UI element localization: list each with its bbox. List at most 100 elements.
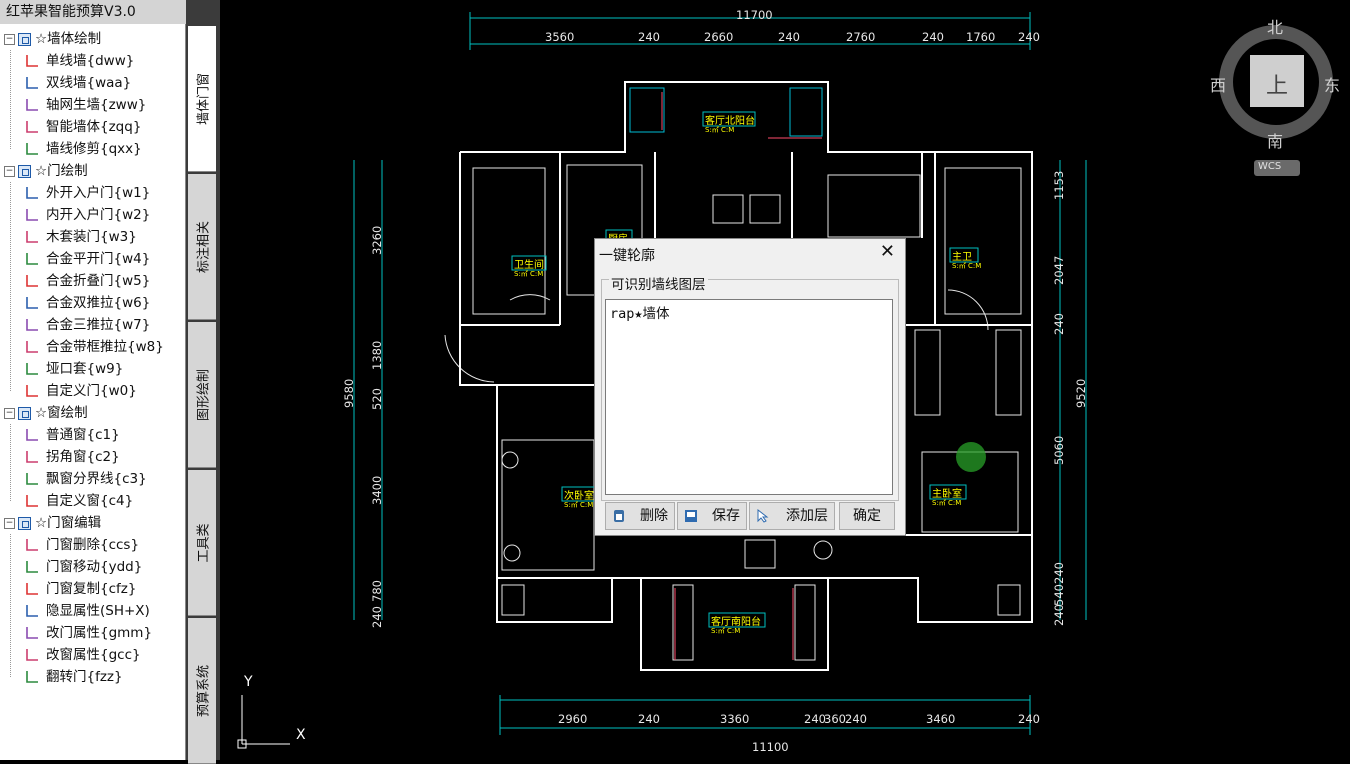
- command-icon: [26, 187, 38, 199]
- tree-item[interactable]: 合金三推拉{w7}: [24, 314, 150, 336]
- layer-group-label: 可识别墙线图层: [609, 273, 708, 293]
- command-tree: − ☆墙体绘制单线墙{dww} 双线墙{waa} 轴网生墙{zww} 智能墙体{zqq}…: [0, 24, 186, 760]
- tab-label: 图形绘制: [196, 368, 212, 421]
- tree-item-label: 门窗移动{ydd}: [46, 559, 143, 575]
- tree-group-2[interactable]: − ☆窗绘制: [4, 402, 88, 424]
- dimension-label: 1153: [1052, 170, 1066, 200]
- tree-item-label: 单线墙{dww}: [46, 53, 135, 69]
- tab-2[interactable]: 图形绘制: [188, 322, 216, 468]
- compass-west: 西: [1210, 76, 1227, 95]
- command-icon: [26, 99, 38, 111]
- palette-tabs: 墙体门窗标注相关图形绘制工具类预算系统: [188, 24, 216, 764]
- tree-group-1[interactable]: − ☆门绘制: [4, 160, 88, 182]
- command-icon: [26, 495, 38, 507]
- collapse-icon[interactable]: −: [4, 33, 15, 45]
- tree-item[interactable]: 改窗属性{gcc}: [24, 644, 141, 666]
- tree-item[interactable]: 拐角窗{c2}: [24, 446, 120, 468]
- tree-item[interactable]: 外开入户门{w1}: [24, 182, 150, 204]
- tree-item[interactable]: 双线墙{waa}: [24, 72, 131, 94]
- tree-item[interactable]: 改门属性{gmm}: [24, 622, 152, 644]
- dimension-label: 2960: [558, 712, 588, 726]
- ok-button[interactable]: 确定: [839, 502, 895, 530]
- collapse-icon[interactable]: −: [4, 407, 15, 419]
- command-icon: [26, 473, 38, 485]
- tree-item[interactable]: 门窗复制{cfz}: [24, 578, 136, 600]
- tree-item[interactable]: 普通窗{c1}: [24, 424, 120, 446]
- command-icon: [26, 121, 38, 133]
- command-icon: [26, 297, 38, 309]
- tree-connector: [10, 182, 11, 391]
- dimension-label: 2660: [704, 30, 734, 44]
- tree-item[interactable]: 翻转门{fzz}: [24, 666, 123, 688]
- tree-item[interactable]: 自定义门{w0}: [24, 380, 137, 402]
- tab-label: 工具类: [196, 522, 212, 563]
- tree-item[interactable]: 门窗删除{ccs}: [24, 534, 139, 556]
- tree-item-label: 普通窗{c1}: [46, 427, 120, 443]
- tree-item-label: 门窗复制{cfz}: [46, 581, 137, 597]
- dimension-label: 5060: [1052, 435, 1066, 465]
- tab-0[interactable]: 墙体门窗: [188, 26, 216, 172]
- save-button-label: 保存: [712, 508, 740, 524]
- tree-item-label: 合金三推拉{w7}: [46, 317, 151, 333]
- tree-item[interactable]: 墙线修剪{qxx}: [24, 138, 142, 160]
- dimension-label: 9520: [1074, 378, 1088, 408]
- tree-item-label: 内开入户门{w2}: [46, 207, 151, 223]
- tree-item[interactable]: 智能墙体{zqq}: [24, 116, 141, 138]
- list-item[interactable]: rap★墙体: [610, 302, 888, 322]
- tree-group-label: ☆门窗编辑: [35, 515, 102, 531]
- room-area-tag: S:㎡ C:M: [705, 126, 735, 134]
- dimension-label: 240: [922, 30, 944, 44]
- tree-item[interactable]: 隐显属性(SH+X): [24, 600, 150, 622]
- tree-item[interactable]: 内开入户门{w2}: [24, 204, 150, 226]
- tree-item-label: 飘窗分界线{c3}: [46, 471, 147, 487]
- tab-label: 墙体门窗: [196, 72, 212, 125]
- room-area-tag: S:㎡ C:M: [514, 270, 544, 278]
- dimension-label: 3560: [545, 30, 575, 44]
- tree-item[interactable]: 合金双推拉{w6}: [24, 292, 150, 314]
- dimension-label: 1760: [966, 30, 996, 44]
- tree-item[interactable]: 合金折叠门{w5}: [24, 270, 150, 292]
- dimension-label: 780: [370, 580, 384, 602]
- tree-item[interactable]: 轴网生墙{zww}: [24, 94, 146, 116]
- ok-button-label: 确定: [853, 508, 881, 524]
- tree-item[interactable]: 飘窗分界线{c3}: [24, 468, 147, 490]
- tab-1[interactable]: 标注相关: [188, 174, 216, 320]
- save-icon: [685, 510, 697, 522]
- tree-item[interactable]: 垭口套{w9}: [24, 358, 123, 380]
- close-icon[interactable]: ✕: [880, 241, 895, 262]
- command-icon: [26, 605, 38, 617]
- tree-item-label: 合金折叠门{w5}: [46, 273, 151, 289]
- tool-palette: 红苹果智能预算V3.0 − ☆墙体绘制 单线墙{dww} 双线墙{waa} 轴网生墙{z…: [0, 0, 220, 764]
- tree-item-label: 自定义窗{c4}: [46, 493, 134, 509]
- tree-item-label: 改窗属性{gcc}: [46, 647, 141, 663]
- add-layer-button[interactable]: 添加层: [749, 502, 835, 530]
- tree-item[interactable]: 合金平开门{w4}: [24, 248, 150, 270]
- tree-group-3[interactable]: − ☆门窗编辑: [4, 512, 101, 534]
- tree-item-label: 翻转门{fzz}: [46, 669, 123, 685]
- tree-item-label: 合金双推拉{w6}: [46, 295, 151, 311]
- delete-button[interactable]: 删除: [605, 502, 675, 530]
- collapse-icon[interactable]: −: [4, 165, 15, 177]
- command-icon: [26, 341, 38, 353]
- tab-3[interactable]: 工具类: [188, 470, 216, 616]
- tab-4[interactable]: 预算系统: [188, 618, 216, 764]
- compass-south: 南: [1267, 132, 1284, 151]
- tree-item[interactable]: 门窗移动{ydd}: [24, 556, 142, 578]
- tree-group-0[interactable]: − ☆墙体绘制: [4, 28, 101, 50]
- collapse-icon[interactable]: −: [4, 517, 15, 529]
- dimension-label: 3260: [370, 225, 384, 255]
- tree-item[interactable]: 合金带框推拉{w8}: [24, 336, 164, 358]
- tree-item[interactable]: 单线墙{dww}: [24, 50, 134, 72]
- tree-item-label: 隐显属性(SH+X): [46, 603, 150, 619]
- dimension-label: 240: [1052, 604, 1066, 626]
- tree-item[interactable]: 自定义窗{c4}: [24, 490, 133, 512]
- tree-item-label: 拐角窗{c2}: [46, 449, 120, 465]
- tree-item-label: 垭口套{w9}: [46, 361, 124, 377]
- room-area-tag: S:㎡ C:M: [564, 501, 594, 509]
- view-cube-top[interactable]: 上: [1266, 68, 1288, 100]
- save-button[interactable]: 保存: [677, 502, 747, 530]
- ucs-menu[interactable]: WCS: [1258, 161, 1281, 172]
- command-icon: [26, 77, 38, 89]
- tree-item[interactable]: 木套装门{w3}: [24, 226, 137, 248]
- wall-layer-list[interactable]: rap★墙体: [605, 299, 893, 495]
